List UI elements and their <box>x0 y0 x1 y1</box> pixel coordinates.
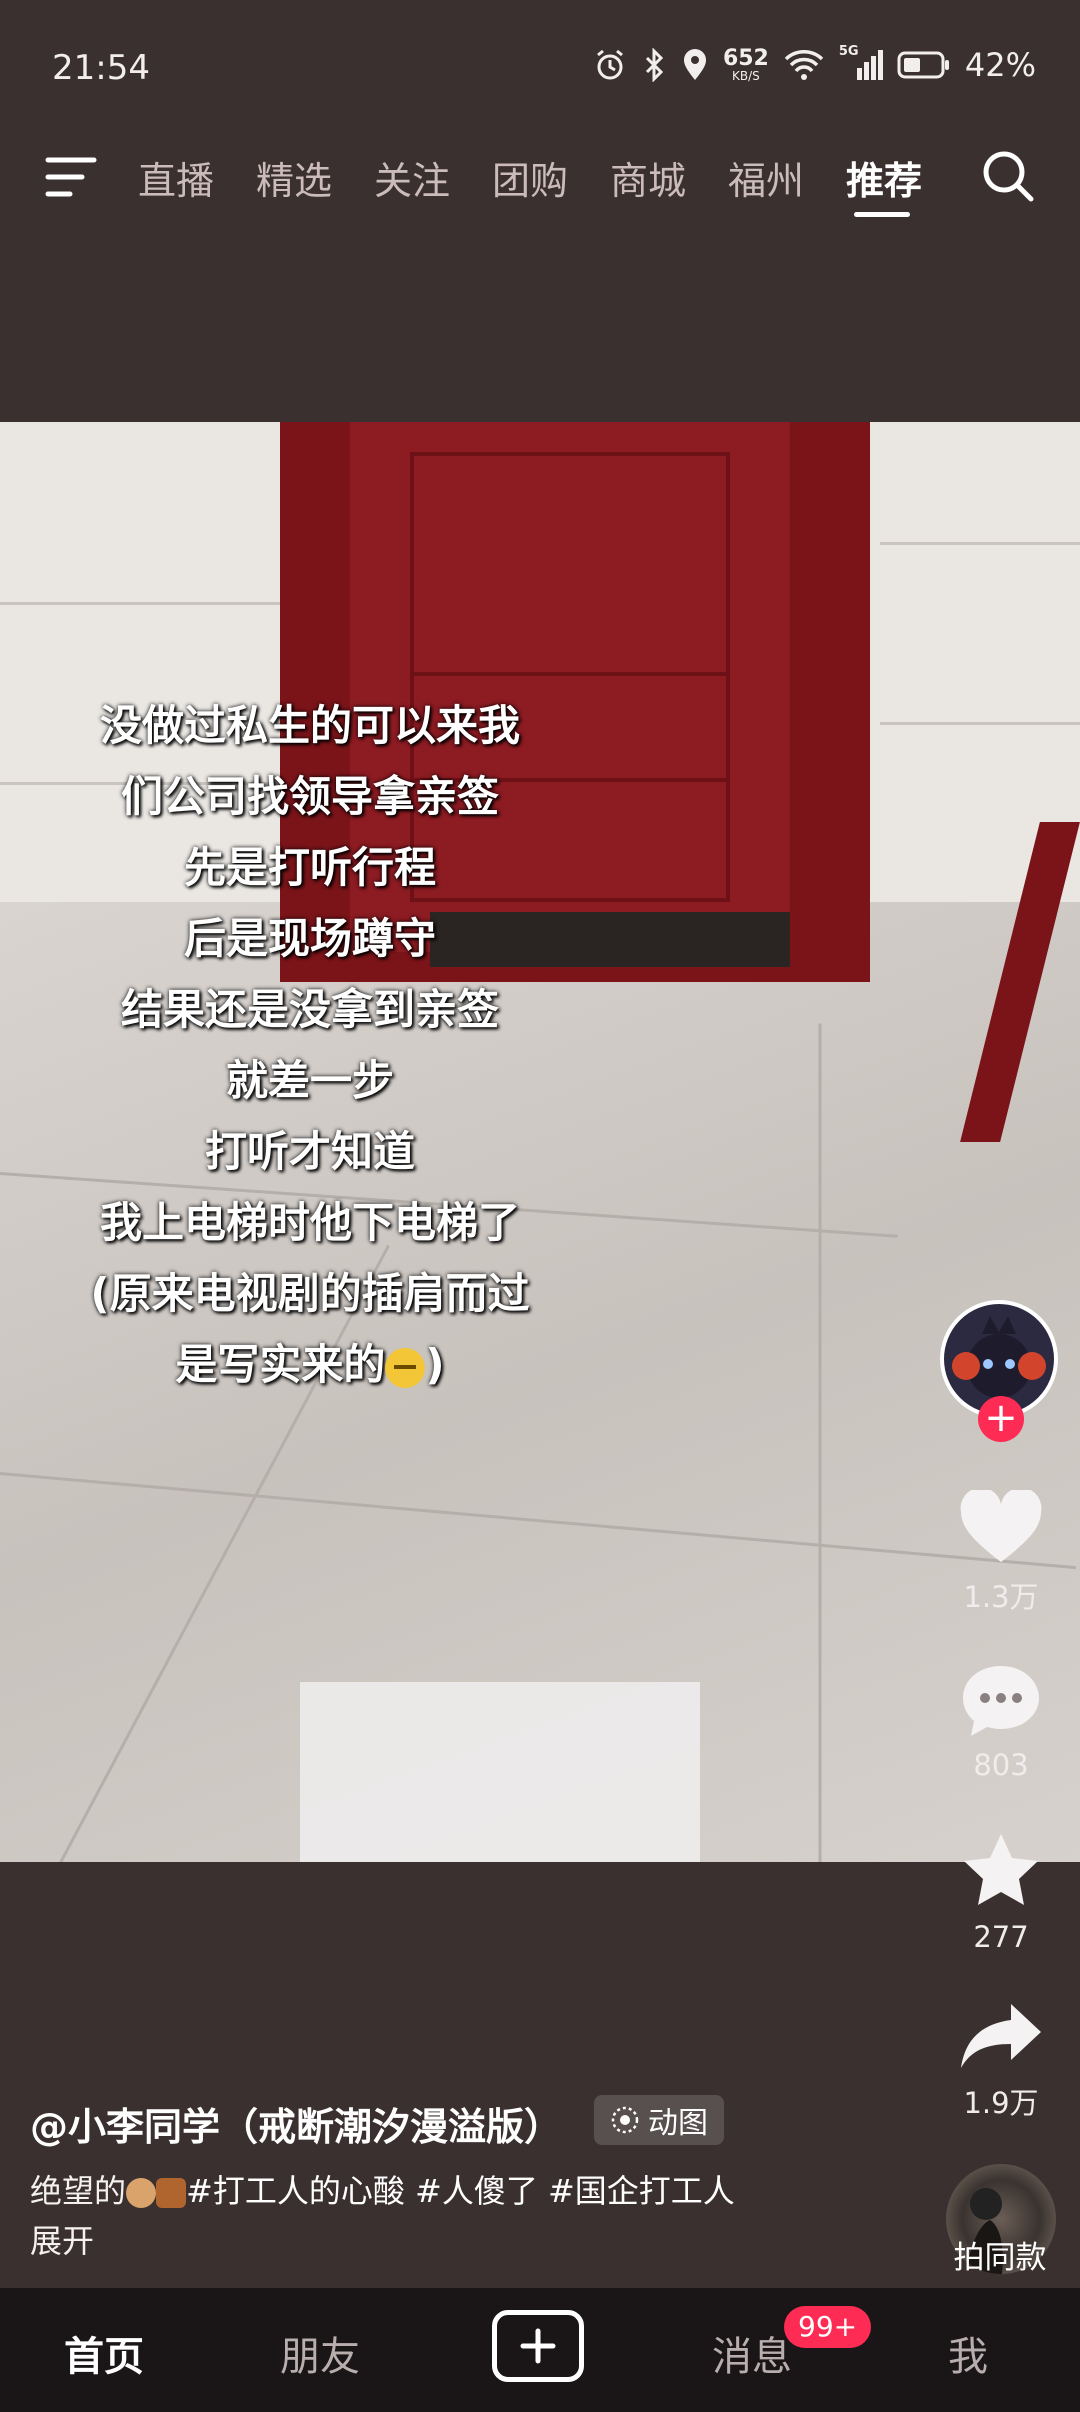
paper-sheet <box>300 1682 700 1862</box>
favorite-action[interactable]: 277 <box>940 1832 1062 1954</box>
tab-recommend[interactable]: 推荐 <box>846 150 964 220</box>
comment-icon[interactable] <box>959 1662 1043 1740</box>
nav-friends[interactable]: 朋友 <box>280 2324 360 2382</box>
tile-line <box>0 602 280 605</box>
share-action[interactable]: 1.9万 <box>940 2000 1062 2122</box>
signal-icon <box>856 50 883 80</box>
top-nav: 直播 精选 关注 团购 商城 福州 推荐 <box>0 140 1080 220</box>
expressionless-emoji-icon <box>385 1347 426 1388</box>
status-time: 21:54 <box>52 48 150 88</box>
status-icons: 652 KB/S 5G 42% <box>593 44 1036 84</box>
battery-icon <box>897 51 949 79</box>
cow-emoji-icon <box>126 2178 157 2208</box>
share-icon[interactable] <box>957 2000 1045 2072</box>
plus-icon <box>520 2328 556 2364</box>
tab-featured[interactable]: 精选 <box>256 150 374 220</box>
caption-line: 先是打听行程 <box>183 843 436 892</box>
alarm-icon <box>597 49 623 80</box>
animated-image-icon <box>611 2106 639 2134</box>
post-description: 绝望的 #打工人的心酸 #人傻了 #国企打工人 <box>30 2172 735 2210</box>
comment-action[interactable]: 803 <box>940 1662 1062 1782</box>
caption-line: 们公司找领导拿亲签 <box>120 772 499 821</box>
caption-line: 后是现场蹲守 <box>183 914 436 963</box>
like-action[interactable]: 1.3万 <box>940 1487 1062 1616</box>
caption-line: 没做过私生的可以来我 <box>99 701 520 750</box>
wifi-icon <box>784 50 824 80</box>
video-caption: 没做过私生的可以来我 们公司找领导拿亲签 先是打听行程 后是现场蹲守 结果还是没… <box>30 690 590 1400</box>
caption-line: 我上电梯时他下电梯了 <box>99 1198 520 1247</box>
heart-icon[interactable] <box>959 1487 1043 1566</box>
nav-me[interactable]: 我 <box>948 2324 988 2382</box>
cell-signal: 5G <box>839 44 883 82</box>
caption-line: 就差一步 <box>225 1056 394 1105</box>
tab-local-city[interactable]: 福州 <box>728 150 846 220</box>
animated-image-badge[interactable]: 动图 <box>594 2095 724 2145</box>
use-template-label[interactable]: 拍同款 <box>930 2232 1070 2277</box>
tab-group-buy[interactable]: 团购 <box>492 150 610 220</box>
caption-line-last: 是写实来的) <box>175 1340 445 1389</box>
nav-messages[interactable]: 消息 <box>712 2324 792 2382</box>
menu-icon[interactable] <box>44 154 98 200</box>
tile-line <box>880 542 1080 545</box>
create-button[interactable] <box>492 2310 584 2382</box>
bluetooth-icon <box>645 48 664 82</box>
comment-count: 803 <box>973 1748 1029 1782</box>
star-icon[interactable] <box>959 1832 1043 1912</box>
favorite-count: 277 <box>973 1920 1029 1954</box>
tile-line <box>818 1023 822 1862</box>
status-bar: 21:54 652 KB/S 5G 42% <box>0 0 1080 130</box>
top-tabs: 直播 精选 关注 团购 商城 福州 推荐 <box>138 150 964 220</box>
nav-home[interactable]: 首页 <box>64 2324 144 2382</box>
badge-label: 动图 <box>648 2106 708 2141</box>
follow-button[interactable]: + <box>978 1396 1024 1442</box>
author-name[interactable]: @小李同学（戒断潮汐漫溢版） <box>30 2096 562 2151</box>
horse-emoji-icon <box>156 2178 187 2208</box>
battery-percent: 42% <box>964 46 1036 84</box>
tab-mall[interactable]: 商城 <box>610 150 728 220</box>
net-speed: 652 KB/S <box>722 46 769 83</box>
caption-line: 打听才知道 <box>204 1127 415 1176</box>
caption-line: 结果还是没拿到亲签 <box>120 985 499 1034</box>
caption-line: (原来电视剧的插肩而过 <box>90 1269 530 1318</box>
location-icon <box>683 49 706 80</box>
share-count: 1.9万 <box>963 2086 1039 2120</box>
search-icon[interactable] <box>980 148 1036 204</box>
bottom-nav: 首页 朋友 消息 99+ 我 <box>0 2288 1080 2412</box>
tab-live[interactable]: 直播 <box>138 150 256 220</box>
like-count: 1.3万 <box>963 1580 1039 1614</box>
tab-following[interactable]: 关注 <box>374 150 492 220</box>
expand-link[interactable]: 展开 <box>30 2216 94 2262</box>
tile-line <box>880 722 1080 725</box>
messages-badge: 99+ <box>784 2306 872 2348</box>
hashtags[interactable]: #打工人的心酸 #人傻了 #国企打工人 <box>186 2172 735 2210</box>
